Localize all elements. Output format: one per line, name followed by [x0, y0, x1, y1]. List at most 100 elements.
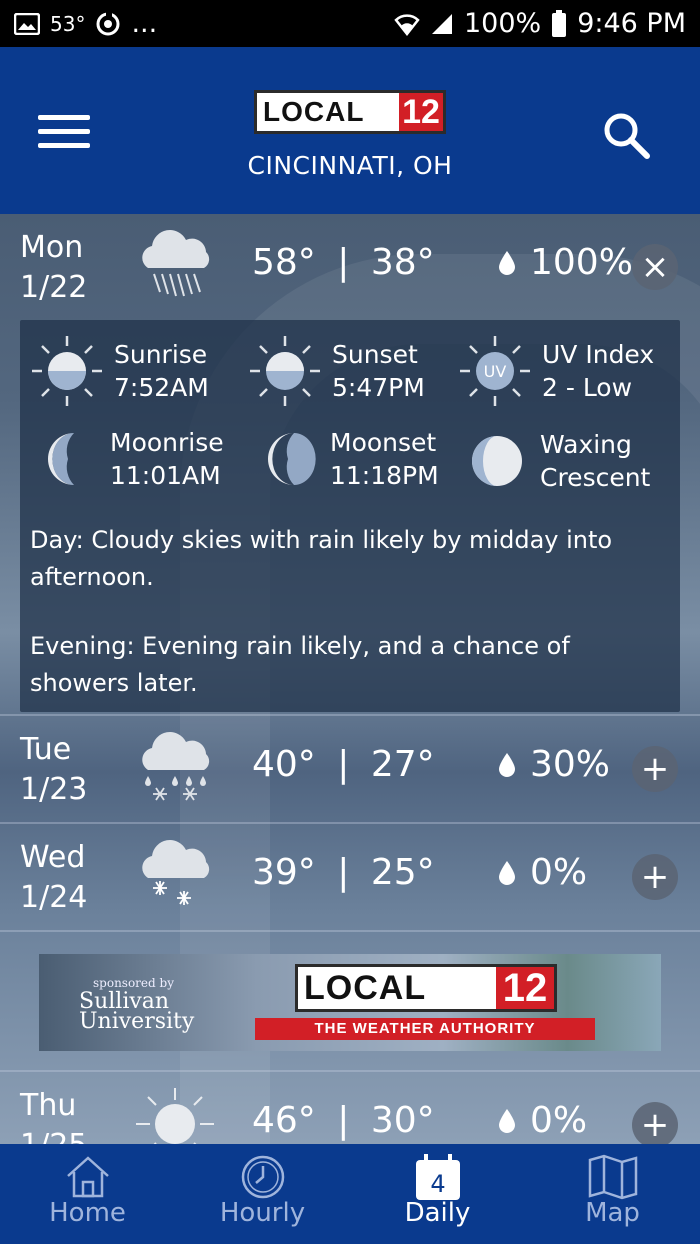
temperature-range: 40° | 27°	[252, 744, 435, 785]
signal-icon	[432, 13, 452, 34]
sunset-item: Sunset 5:47PM	[248, 334, 425, 408]
menu-icon-bar	[38, 143, 90, 148]
location-title[interactable]: CINCINNATI, OH	[0, 151, 700, 180]
uv-value: 2 - Low	[542, 373, 633, 402]
daily-forecast-list[interactable]: Mon 1/22 58° | 38° 100% × Sunrise 7:52AM…	[0, 214, 700, 1144]
rain-snow-cloud-icon	[142, 732, 210, 801]
uv-label: UV Index	[542, 340, 655, 369]
image-notification-icon	[14, 12, 40, 35]
nav-map-label: Map	[585, 1198, 640, 1228]
forecast-row-mon[interactable]: Mon 1/22 58° | 38° 100% × Sunrise 7:52AM…	[0, 214, 700, 716]
precip-chance: 30%	[498, 744, 610, 785]
status-bar: 53° ... 100% 9:46 PM	[0, 0, 700, 47]
day-label: Tue 1/23	[20, 730, 87, 810]
banner-logo-word: LOCAL	[304, 968, 427, 1007]
day-name: Wed	[20, 840, 86, 875]
status-temperature: 53°	[50, 11, 86, 36]
nav-hourly[interactable]: Hourly	[175, 1144, 350, 1244]
precip-value: 0%	[530, 852, 588, 893]
clock-icon	[241, 1155, 284, 1199]
banner-logo-number: 12	[496, 966, 554, 1010]
raindrop-icon	[499, 250, 515, 275]
menu-button[interactable]	[38, 113, 92, 149]
day-description: Day: Cloudy skies with rain likely by mi…	[30, 526, 613, 591]
battery-icon	[552, 9, 567, 37]
sunrise-label: Sunrise	[114, 340, 208, 369]
moonset-item: Moonset 11:18PM	[264, 426, 439, 492]
moon-phase-line2: Crescent	[540, 463, 651, 492]
nav-daily[interactable]: 4 Daily	[350, 1144, 525, 1244]
nav-home-label: Home	[49, 1198, 126, 1228]
nav-home[interactable]: Home	[0, 1144, 175, 1244]
local12-logo: LOCAL 12	[254, 90, 446, 134]
forecast-row-tue[interactable]: Tue 1/23 40° | 27° 30% +	[0, 716, 700, 824]
temperature-range: 58° | 38°	[252, 242, 435, 283]
sync-icon	[96, 10, 120, 35]
day-name: Tue	[20, 732, 72, 767]
sunrise-item: Sunrise 7:52AM	[30, 334, 209, 408]
moon-phase-line1: Waxing	[540, 430, 632, 459]
calendar-icon: 4	[415, 1154, 460, 1200]
temp-separator: |	[337, 242, 350, 283]
precip-value: 0%	[530, 1100, 588, 1141]
moon-phase-item: Waxing Crescent	[470, 428, 650, 494]
sponsor-banner-ad[interactable]: sponsored by Sullivan University LOCAL 1…	[39, 954, 661, 1051]
high-temp: 40°	[252, 744, 316, 785]
menu-icon-bar	[38, 115, 90, 120]
collapse-button[interactable]: ×	[632, 244, 678, 290]
search-icon[interactable]	[600, 109, 652, 161]
temp-separator: |	[337, 1100, 350, 1141]
low-temp: 30°	[370, 1100, 435, 1141]
high-temp: 39°	[252, 852, 316, 893]
high-temp: 58°	[252, 242, 316, 283]
nav-hourly-label: Hourly	[219, 1198, 306, 1228]
nav-map[interactable]: Map	[525, 1144, 700, 1244]
moonset-time: 11:18PM	[330, 461, 439, 490]
uv-sun-icon: UV	[460, 336, 530, 406]
moon-phase-icon	[472, 436, 522, 486]
nav-daily-label: Daily	[404, 1198, 471, 1228]
battery-percent: 100%	[464, 8, 542, 39]
app-header: LOCAL 12 CINCINNATI, OH	[0, 47, 700, 214]
day-date: 1/24	[20, 880, 88, 915]
moonrise-item: Moonrise 11:01AM	[44, 426, 224, 492]
menu-icon-bar	[38, 129, 90, 134]
expand-button[interactable]: +	[632, 746, 678, 792]
moonrise-icon	[48, 433, 74, 485]
raindrop-icon	[499, 860, 515, 885]
raindrop-icon	[499, 1108, 515, 1133]
home-icon	[66, 1156, 109, 1198]
low-temp: 25°	[370, 852, 435, 893]
sunrise-icon	[32, 336, 102, 406]
sponsor-line2: University	[79, 1009, 195, 1034]
sunset-label: Sunset	[332, 340, 418, 369]
day-name: Thu	[20, 1088, 77, 1123]
day-name: Mon	[20, 230, 84, 265]
temperature-range: 46° | 30°	[252, 1100, 435, 1141]
expand-button[interactable]: +	[632, 1102, 678, 1144]
banner-tagline: THE WEATHER AUTHORITY	[255, 1018, 595, 1040]
precip-chance: 0%	[498, 1100, 587, 1141]
expand-button[interactable]: +	[632, 854, 678, 900]
low-temp: 38°	[370, 242, 435, 283]
forecast-row-wed[interactable]: Wed 1/24 39° | 25° 0% +	[0, 824, 700, 932]
day-detail-panel: Sunrise 7:52AM Sunset 5:47PM UV UV Index…	[20, 320, 680, 712]
bottom-navigation: Home Hourly 4 Daily Map	[0, 1144, 700, 1244]
forecast-row-thu[interactable]: Thu 1/25 46° | 30° 0% +	[0, 1070, 700, 1144]
moonset-icon	[268, 433, 316, 485]
day-date: 1/23	[20, 772, 88, 807]
precip-chance: 100%	[498, 242, 633, 283]
moonrise-time: 11:01AM	[110, 461, 221, 490]
status-dots: ...	[131, 8, 158, 39]
logo-number: 12	[399, 93, 443, 131]
moonset-label: Moonset	[330, 428, 437, 457]
sunrise-time: 7:52AM	[114, 373, 209, 402]
day-label: Wed 1/24	[20, 838, 87, 918]
day-label: Mon 1/22	[20, 228, 87, 308]
sunset-icon	[250, 336, 320, 406]
banner-local12-logo: LOCAL 12	[295, 964, 557, 1012]
low-temp: 27°	[370, 744, 435, 785]
temp-separator: |	[337, 852, 350, 893]
precip-chance: 0%	[498, 852, 587, 893]
day-date: 1/25	[20, 1126, 87, 1144]
